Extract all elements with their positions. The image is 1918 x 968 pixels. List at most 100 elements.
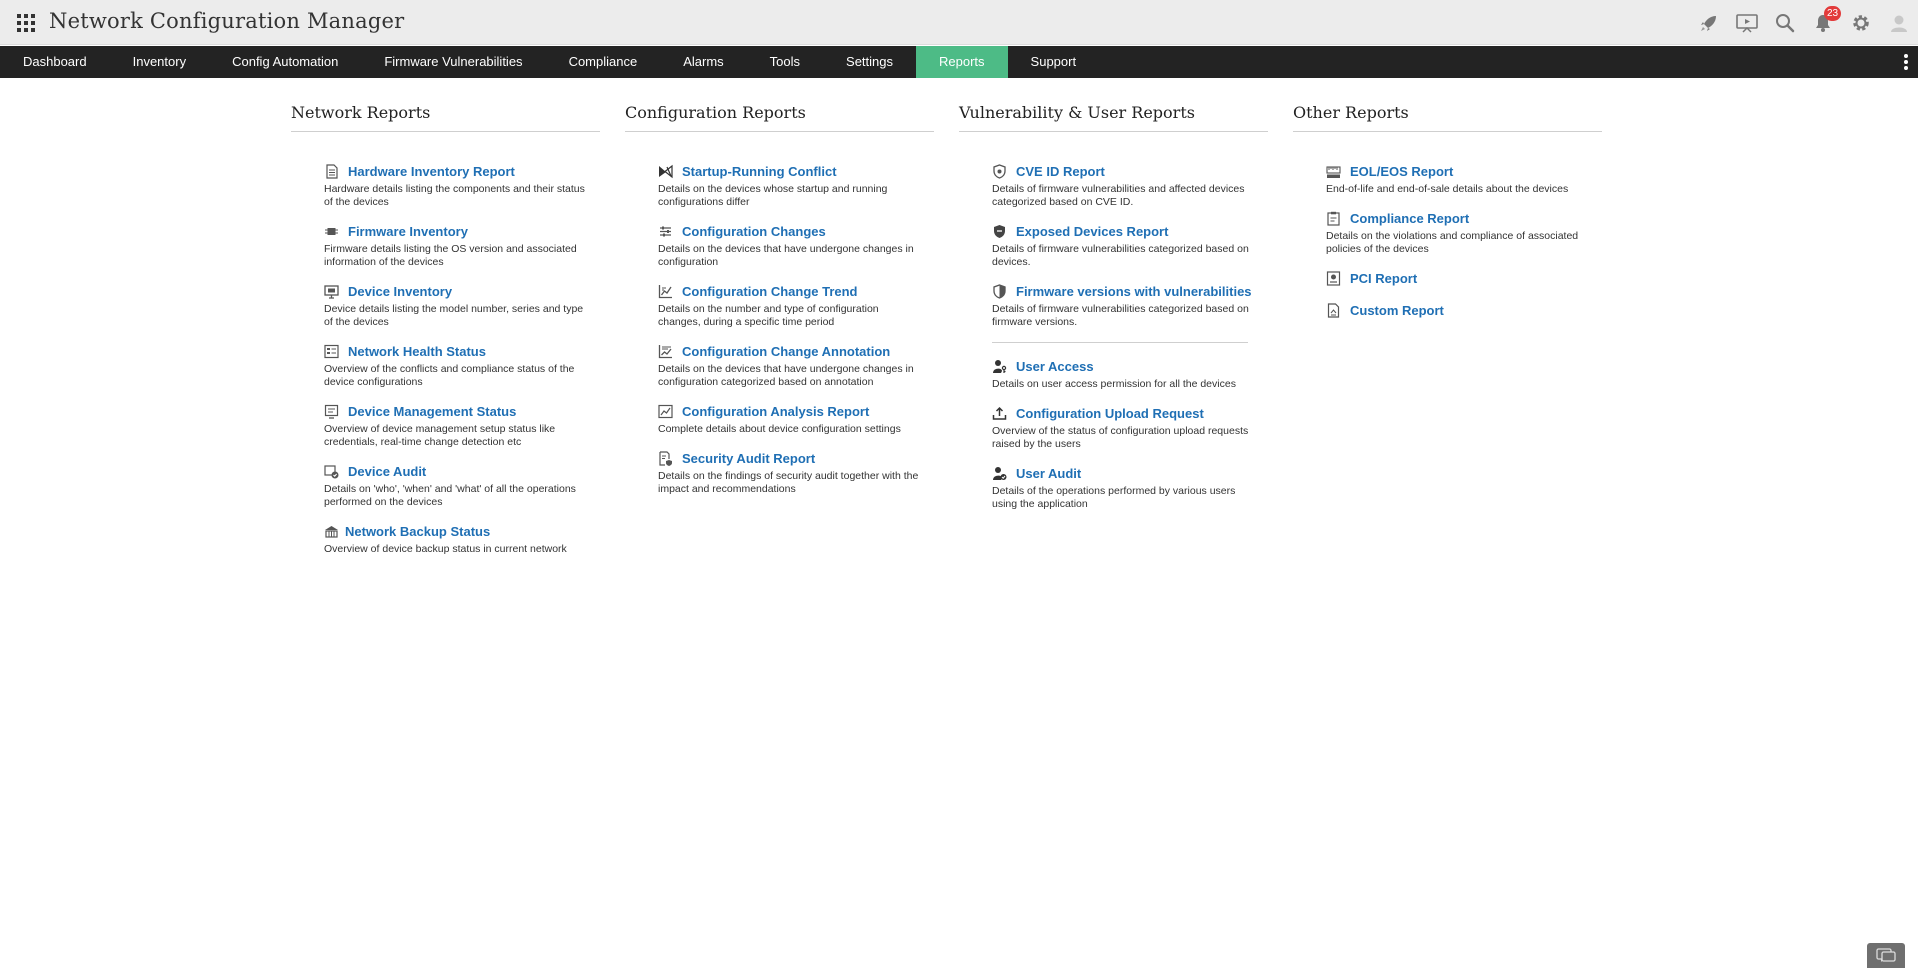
report-link[interactable]: Custom Report: [1350, 303, 1444, 318]
report-link-row[interactable]: Exposed Devices Report: [992, 222, 1268, 241]
report-item: User Audit Details of the operations per…: [992, 464, 1268, 511]
report-link-row[interactable]: PCI Report: [1326, 269, 1602, 288]
report-link-row[interactable]: EOL/EOS Report: [1326, 162, 1602, 181]
report-link[interactable]: Configuration Analysis Report: [682, 404, 869, 419]
report-link[interactable]: Configuration Change Trend: [682, 284, 858, 299]
report-link[interactable]: EOL/EOS Report: [1350, 164, 1453, 179]
report-link[interactable]: Exposed Devices Report: [1016, 224, 1168, 239]
report-link[interactable]: Network Health Status: [348, 344, 486, 359]
report-description: Details on user access permission for al…: [992, 378, 1236, 390]
report-link[interactable]: Firmware versions with vulnerabilities: [1016, 284, 1252, 299]
trend-chart-icon: [658, 284, 673, 299]
report-link[interactable]: Configuration Change Annotation: [682, 344, 890, 359]
nav-compliance[interactable]: Compliance: [546, 46, 661, 78]
report-link-row[interactable]: Network Health Status: [324, 342, 600, 361]
report-link[interactable]: Network Backup Status: [345, 524, 490, 539]
bell-icon[interactable]: 23: [1804, 0, 1842, 45]
report-link[interactable]: Hardware Inventory Report: [348, 164, 515, 179]
report-link[interactable]: Compliance Report: [1350, 211, 1469, 226]
report-link-row[interactable]: Security Audit Report: [658, 449, 934, 468]
report-link[interactable]: Firmware Inventory: [348, 224, 468, 239]
report-link-row[interactable]: Firmware Inventory: [324, 222, 600, 241]
report-link[interactable]: Device Inventory: [348, 284, 452, 299]
nav-firmware-vulnerabilities[interactable]: Firmware Vulnerabilities: [361, 46, 545, 78]
user-avatar-icon[interactable]: [1880, 0, 1918, 45]
report-link-row[interactable]: Device Management Status: [324, 402, 600, 421]
sliders-icon: [658, 224, 673, 239]
report-link-row[interactable]: Configuration Change Trend: [658, 282, 934, 301]
nav-alarms[interactable]: Alarms: [660, 46, 746, 78]
report-link-row[interactable]: Startup-Running Conflict: [658, 162, 934, 181]
custom-doc-icon: [1326, 303, 1341, 318]
report-description: Details of firmware vulnerabilities cate…: [992, 303, 1249, 328]
report-link-row[interactable]: Configuration Analysis Report: [658, 402, 934, 421]
report-description: Details of the operations performed by v…: [992, 485, 1236, 510]
notification-badge: 23: [1824, 6, 1842, 21]
report-link-row[interactable]: User Audit: [992, 464, 1268, 483]
user-audit-icon: [992, 466, 1007, 481]
apps-grid-icon[interactable]: [17, 14, 35, 32]
nav-settings[interactable]: Settings: [823, 46, 916, 78]
report-item: PCI Report: [1326, 269, 1602, 288]
report-item: Configuration Change Trend Details on th…: [658, 282, 934, 329]
backup-icon: [324, 524, 339, 539]
nav-tools[interactable]: Tools: [747, 46, 823, 78]
main-nav: Dashboard Inventory Config Automation Fi…: [0, 46, 1918, 78]
report-link[interactable]: CVE ID Report: [1016, 164, 1105, 179]
report-link-row[interactable]: Configuration Change Annotation: [658, 342, 934, 361]
report-item: Device Audit Details on 'who', 'when' an…: [324, 462, 600, 509]
report-description: Details on the number and type of config…: [658, 303, 879, 328]
nav-dashboard[interactable]: Dashboard: [0, 46, 110, 78]
report-link-row[interactable]: CVE ID Report: [992, 162, 1268, 181]
report-item: Configuration Analysis Report Complete d…: [658, 402, 934, 436]
presentation-icon[interactable]: [1728, 0, 1766, 45]
report-link-row[interactable]: Configuration Upload Request: [992, 404, 1268, 423]
report-description: Details on the findings of security audi…: [658, 470, 919, 495]
report-item: EOL/EOS Report End-of-life and end-of-sa…: [1326, 162, 1602, 196]
report-link-row[interactable]: Configuration Changes: [658, 222, 934, 241]
eol-icon: [1326, 164, 1341, 179]
report-item: Network Backup Status Overview of device…: [324, 522, 600, 556]
report-link[interactable]: User Audit: [1016, 466, 1081, 481]
report-description: End-of-life and end-of-sale details abou…: [1326, 183, 1569, 195]
report-link-row[interactable]: Firmware versions with vulnerabilities: [992, 282, 1268, 301]
report-link[interactable]: Device Management Status: [348, 404, 516, 419]
report-link-row[interactable]: Device Inventory: [324, 282, 600, 301]
report-link[interactable]: Configuration Changes: [682, 224, 826, 239]
report-link-row[interactable]: Network Backup Status: [324, 522, 600, 541]
app-title: Network Configuration Manager: [49, 9, 405, 33]
report-link[interactable]: Security Audit Report: [682, 451, 815, 466]
chip-icon: [324, 224, 339, 239]
security-doc-icon: [658, 451, 673, 466]
report-link[interactable]: Startup-Running Conflict: [682, 164, 837, 179]
nav-support[interactable]: Support: [1008, 46, 1100, 78]
gear-icon[interactable]: [1842, 0, 1880, 45]
more-menu-icon[interactable]: [1904, 54, 1910, 70]
search-icon[interactable]: [1766, 0, 1804, 45]
report-link-row[interactable]: Compliance Report: [1326, 209, 1602, 228]
chat-button[interactable]: [1867, 943, 1905, 968]
report-link-row[interactable]: Device Audit: [324, 462, 600, 481]
report-item: Exposed Devices Report Details of firmwa…: [992, 222, 1268, 269]
report-link[interactable]: Device Audit: [348, 464, 426, 479]
report-link-row[interactable]: Custom Report: [1326, 301, 1602, 320]
document-icon: [324, 164, 339, 179]
report-description: Overview of the status of configuration …: [992, 425, 1249, 450]
report-description: Details of firmware vulnerabilities cate…: [992, 243, 1249, 268]
section-divider: [992, 342, 1248, 343]
nav-config-automation[interactable]: Config Automation: [209, 46, 361, 78]
network-reports-column: Network Reports Hardware Inventory Repor…: [291, 103, 600, 569]
pci-icon: [1326, 271, 1341, 286]
rocket-icon[interactable]: [1690, 0, 1728, 45]
nav-reports[interactable]: Reports: [916, 46, 1008, 78]
vulnerability-user-reports-column: Vulnerability & User Reports CVE ID Repo…: [959, 103, 1268, 569]
report-link[interactable]: PCI Report: [1350, 271, 1417, 286]
report-item: Custom Report: [1326, 301, 1602, 320]
report-link[interactable]: User Access: [1016, 359, 1094, 374]
monitor-icon: [324, 284, 339, 299]
report-link-row[interactable]: User Access: [992, 357, 1268, 376]
report-link-row[interactable]: Hardware Inventory Report: [324, 162, 600, 181]
nav-inventory[interactable]: Inventory: [110, 46, 209, 78]
report-link[interactable]: Configuration Upload Request: [1016, 406, 1204, 421]
report-description: Overview of device management setup stat…: [324, 423, 556, 448]
